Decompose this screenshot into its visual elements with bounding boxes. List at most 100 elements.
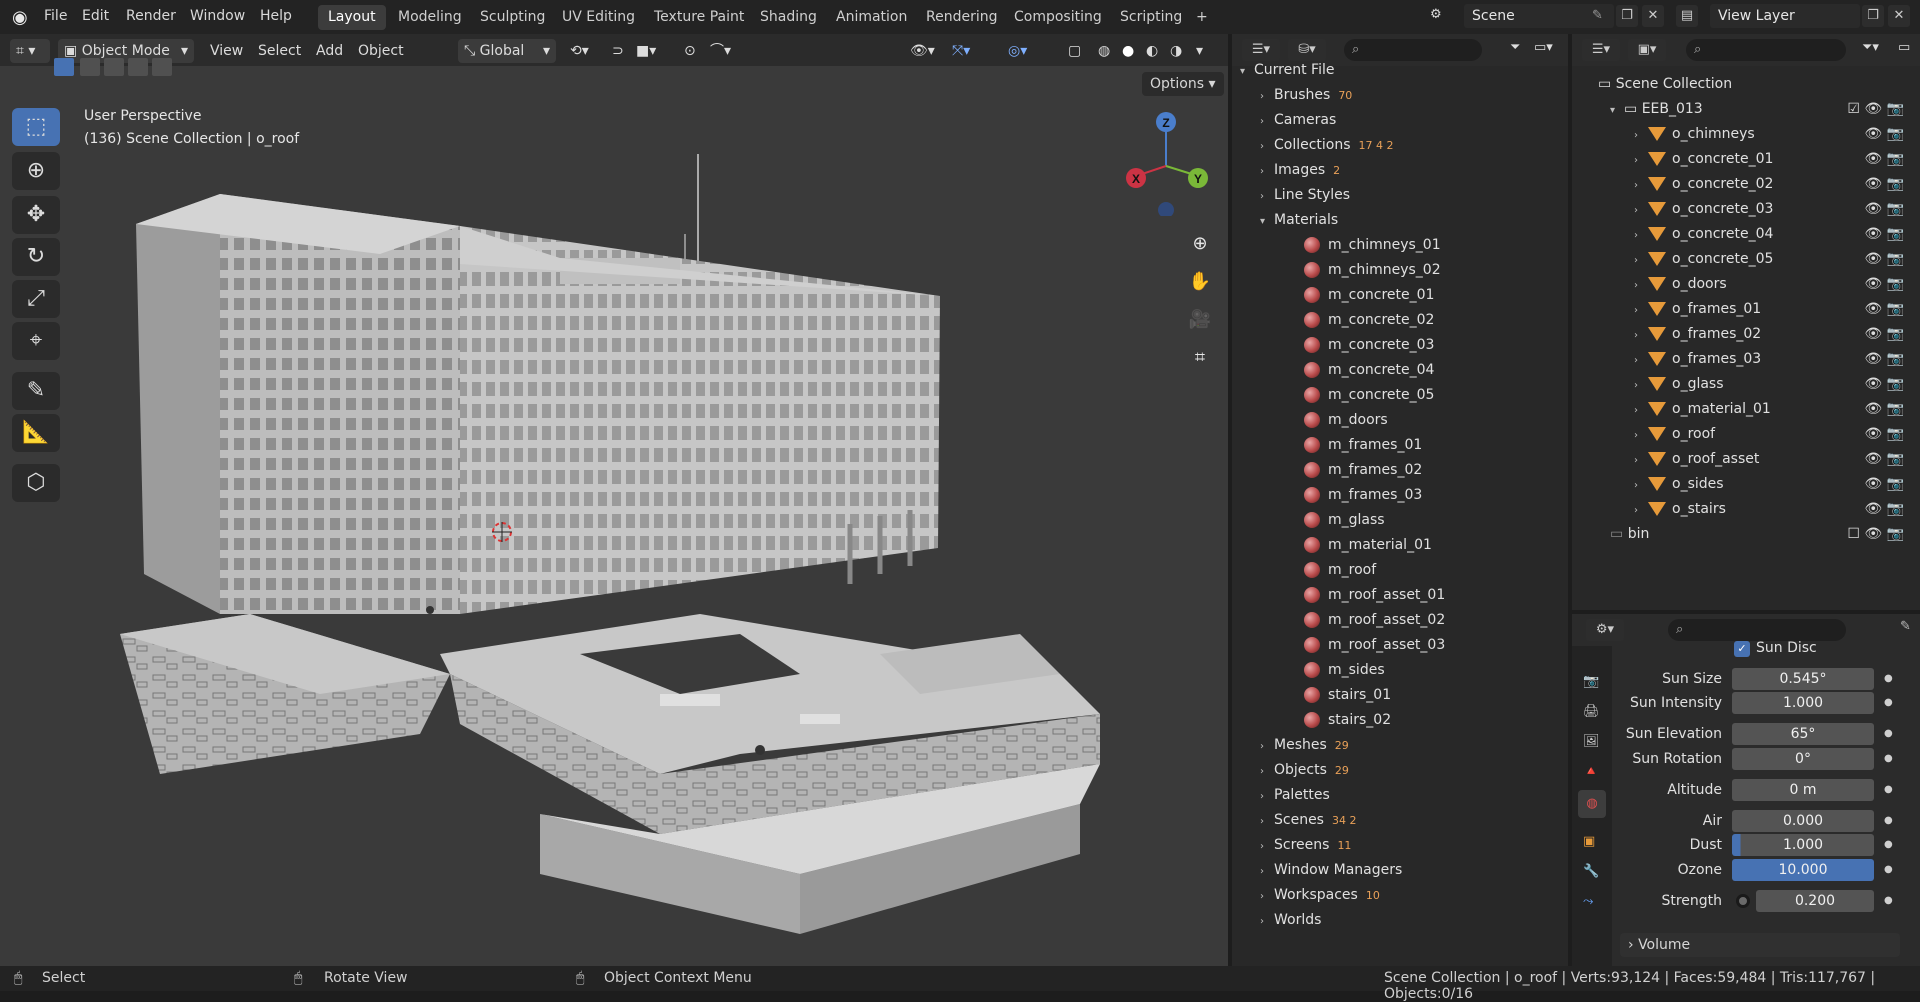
material-item[interactable]: m_concrete_01: [1304, 283, 1434, 307]
tab-sculpting[interactable]: Sculpting: [470, 5, 555, 30]
scene-collection-root[interactable]: ▭ Scene Collection: [1598, 72, 1912, 96]
3d-viewport[interactable]: ⌗ ▾ ▣ Object Mode ▾ View Select Add Objec…: [0, 34, 1228, 966]
rendered-shading-icon[interactable]: ◑: [1170, 39, 1182, 63]
search-input[interactable]: ⌕: [1344, 39, 1482, 61]
select-box-tool-icon[interactable]: ⬚: [12, 108, 60, 146]
keyframe-dot-icon[interactable]: ●: [1884, 673, 1893, 684]
shading-options-icon[interactable]: ▾: [1196, 39, 1203, 63]
menu-window[interactable]: Window: [190, 8, 245, 24]
tree-category-palettes[interactable]: › Palettes: [1260, 783, 1330, 807]
keyframe-dot-icon[interactable]: ●: [1884, 895, 1893, 906]
proportional-edit-icon[interactable]: ⊙: [684, 39, 696, 63]
material-item[interactable]: m_chimneys_01: [1304, 233, 1441, 257]
options-dropdown[interactable]: Options ▾: [1142, 72, 1224, 96]
outliner-object-o-concrete-05[interactable]: › o_concrete_05 👁 📷: [1634, 247, 1912, 271]
material-item[interactable]: m_roof_asset_03: [1304, 633, 1445, 657]
prop-field-sun-elevation[interactable]: 65°: [1732, 723, 1874, 745]
tab-layout[interactable]: Layout: [318, 5, 386, 30]
material-item[interactable]: m_material_01: [1304, 533, 1432, 557]
world-tab-icon[interactable]: ◍: [1578, 790, 1606, 818]
add-cube-tool-icon[interactable]: ⬡: [12, 464, 60, 502]
tree-category-window-managers[interactable]: › Window Managers: [1260, 858, 1402, 882]
material-item[interactable]: m_roof_asset_01: [1304, 583, 1445, 607]
select-invert-icon[interactable]: [128, 58, 148, 76]
snap-target-icon[interactable]: ■▾: [636, 39, 656, 63]
transform-tool-icon[interactable]: ⌖: [12, 322, 60, 360]
outliner-object-o-stairs[interactable]: › o_stairs 👁 📷: [1634, 497, 1912, 521]
filter-icon[interactable]: ⏷▾: [1862, 40, 1879, 55]
object-tab-icon[interactable]: ▣: [1583, 834, 1595, 849]
visibility-icon[interactable]: 👁▾: [910, 39, 935, 63]
pivot-icon[interactable]: ⟲▾: [570, 39, 589, 63]
outliner-object-o-roof-asset[interactable]: › o_roof_asset 👁 📷: [1634, 447, 1912, 471]
building-model[interactable]: [120, 114, 1140, 934]
menu-add[interactable]: Add: [316, 39, 343, 63]
material-item[interactable]: m_chimneys_02: [1304, 258, 1441, 282]
select-extend-icon[interactable]: [80, 58, 100, 76]
outliner-object-o-frames-01[interactable]: › o_frames_01 👁 📷: [1634, 297, 1912, 321]
scene-outliner[interactable]: ☰▾ ▣▾ ⌕ ⏷▾ ▭ ▭ Scene Collection ▾ ▭ EEB_01…: [1572, 34, 1920, 610]
outliner-object-o-concrete-04[interactable]: › o_concrete_04 👁 📷: [1634, 222, 1912, 246]
search-input[interactable]: ⌕: [1668, 619, 1846, 641]
material-item[interactable]: m_roof_asset_02: [1304, 608, 1445, 632]
material-item[interactable]: stairs_02: [1304, 708, 1391, 732]
material-item[interactable]: stairs_01: [1304, 683, 1391, 707]
prop-field-sun-size[interactable]: 0.545°: [1732, 668, 1874, 690]
pan-hand-icon[interactable]: ✋: [1184, 266, 1216, 298]
keyframe-dot-icon[interactable]: ●: [1884, 728, 1893, 739]
outliner-object-o-doors[interactable]: › o_doors 👁 📷: [1634, 272, 1912, 296]
search-input[interactable]: ⌕: [1686, 39, 1846, 61]
tab-modeling[interactable]: Modeling: [388, 5, 472, 30]
new-scene-icon[interactable]: ❐: [1616, 5, 1638, 27]
select-new-icon[interactable]: [54, 58, 74, 76]
keyframe-dot-icon[interactable]: ●: [1884, 753, 1893, 764]
tab-shading[interactable]: Shading: [750, 5, 827, 30]
tree-category-screens[interactable]: › Screens 11: [1260, 833, 1351, 857]
editor-type-icon[interactable]: ⌗ ▾: [10, 39, 50, 63]
cursor-tool-icon[interactable]: ⊕: [12, 152, 60, 190]
prop-field-strength[interactable]: 0.200: [1756, 890, 1874, 912]
outliner-object-o-material-01[interactable]: › o_material_01 👁 📷: [1634, 397, 1912, 421]
menu-edit[interactable]: Edit: [82, 8, 109, 24]
tree-category-scenes[interactable]: › Scenes 34 2: [1260, 808, 1356, 832]
new-collection-icon[interactable]: ▭: [1898, 40, 1910, 55]
output-tab-icon[interactable]: 🖨: [1583, 704, 1600, 719]
material-item[interactable]: m_glass: [1304, 508, 1385, 532]
editor-type-icon[interactable]: ☰▾: [1582, 39, 1620, 61]
menu-help[interactable]: Help: [260, 8, 292, 24]
tab-rendering[interactable]: Rendering: [916, 5, 1008, 30]
color-socket-icon[interactable]: [1736, 894, 1750, 908]
material-item[interactable]: m_doors: [1304, 408, 1388, 432]
filter-icon[interactable]: ⏷: [1510, 40, 1520, 55]
view-layer-tab-icon[interactable]: 🖼: [1583, 734, 1600, 749]
material-item[interactable]: m_roof: [1304, 558, 1376, 582]
prop-field-dust[interactable]: 1.000: [1732, 834, 1874, 856]
material-item[interactable]: m_concrete_05: [1304, 383, 1434, 407]
solid-shading-icon[interactable]: ●: [1122, 39, 1134, 63]
pin-icon[interactable]: ✎: [1900, 619, 1911, 634]
prop-field-altitude[interactable]: 0 m: [1732, 779, 1874, 801]
rotate-tool-icon[interactable]: ↻: [12, 238, 60, 276]
material-item[interactable]: m_concrete_04: [1304, 358, 1434, 382]
tree-category-materials[interactable]: ▾ Materials: [1260, 208, 1338, 232]
move-tool-icon[interactable]: ✥: [12, 196, 60, 234]
material-shading-icon[interactable]: ◐: [1146, 39, 1158, 63]
scene-tab-icon[interactable]: 🔺: [1583, 764, 1599, 779]
keyframe-dot-icon[interactable]: ●: [1884, 815, 1893, 826]
tree-category-workspaces[interactable]: › Workspaces 10: [1260, 883, 1380, 907]
material-item[interactable]: m_concrete_02: [1304, 308, 1434, 332]
tree-category-cameras[interactable]: › Cameras: [1260, 108, 1336, 132]
outliner-object-o-concrete-02[interactable]: › o_concrete_02 👁 📷: [1634, 172, 1912, 196]
outliner-object-o-chimneys[interactable]: › o_chimneys 👁 📷: [1634, 122, 1912, 146]
material-item[interactable]: m_frames_02: [1304, 458, 1422, 482]
material-item[interactable]: m_frames_03: [1304, 483, 1422, 507]
scale-tool-icon[interactable]: ⤢: [12, 280, 60, 318]
keyframe-dot-icon[interactable]: ●: [1884, 839, 1893, 850]
material-item[interactable]: m_concrete_03: [1304, 333, 1434, 357]
prop-field-ozone[interactable]: 10.000: [1732, 859, 1874, 881]
tree-category-objects[interactable]: › Objects 29: [1260, 758, 1349, 782]
prop-field-air[interactable]: 0.000: [1732, 810, 1874, 832]
new-collection-icon[interactable]: ▭▾: [1534, 40, 1553, 55]
tab-animation[interactable]: Animation: [826, 5, 917, 30]
menu-object[interactable]: Object: [358, 39, 404, 63]
